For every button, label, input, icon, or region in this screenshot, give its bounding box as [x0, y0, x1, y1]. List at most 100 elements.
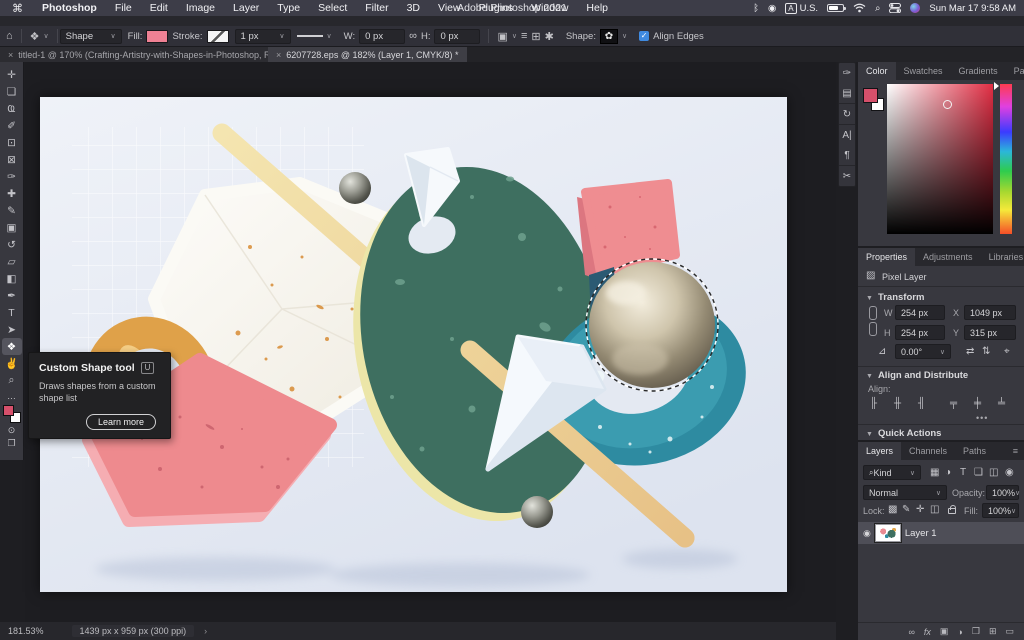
history-icon[interactable]: ↻	[839, 104, 855, 124]
blend-mode-select[interactable]: Normal∨	[863, 485, 947, 500]
tab-adjustments[interactable]: Adjustments	[915, 248, 981, 266]
menu-layer[interactable]: Layer	[233, 2, 259, 14]
layer-thumbnail[interactable]	[875, 524, 901, 542]
brush-tool[interactable]: ✎	[2, 202, 22, 219]
foreground-color-swatch[interactable]	[3, 405, 14, 416]
screen-mode-button[interactable]: ❐	[7, 438, 15, 449]
stroke-style-select[interactable]: ∨	[297, 32, 332, 40]
shape-width-input[interactable]: 0 px	[359, 29, 405, 44]
width-input[interactable]: 254 px	[895, 305, 945, 320]
fill-swatch[interactable]	[146, 30, 168, 43]
edit-toolbar-ellipsis[interactable]: …	[7, 391, 16, 401]
align-center-h-icon[interactable]: ╫	[894, 398, 901, 409]
lock-artboard-icon[interactable]: ◫	[930, 504, 939, 515]
lock-paint-icon[interactable]: ✎	[902, 504, 910, 515]
character-panel-icon[interactable]: A|	[839, 125, 855, 145]
libraries-icon[interactable]: ▤	[839, 83, 855, 103]
move-tool[interactable]: ✛	[2, 66, 22, 83]
link-layers-icon[interactable]: ∞	[908, 627, 914, 637]
zoom-tool[interactable]: ⌕	[2, 372, 22, 389]
x-input[interactable]: 1049 px	[964, 305, 1016, 320]
path-alignment-icon[interactable]: ≡	[521, 30, 527, 42]
tab-swatches[interactable]: Swatches	[896, 62, 951, 80]
document-tab-active[interactable]: × 6207728.eps @ 182% (Layer 1, CMYK/8) *	[268, 47, 467, 62]
filter-shape-layers-icon[interactable]: ❏	[974, 467, 983, 478]
history-brush-tool[interactable]: ↺	[2, 236, 22, 253]
align-edges-checkbox[interactable]: ✓	[639, 31, 649, 41]
menu-file[interactable]: File	[115, 2, 132, 14]
spotlight-search-icon[interactable]: ⌕	[875, 3, 880, 14]
fill-input[interactable]: 100%∨	[982, 503, 1019, 518]
layer-effects-icon[interactable]: fx	[924, 627, 931, 637]
menu-help[interactable]: Help	[586, 2, 608, 14]
filter-pixel-layers-icon[interactable]: ▦	[930, 467, 939, 478]
shape-settings-gear-icon[interactable]: ✱	[545, 30, 554, 43]
apple-menu-icon[interactable]: ⌘	[12, 2, 23, 15]
height-input[interactable]: 254 px	[895, 325, 945, 340]
layer-mask-icon[interactable]: ▣	[940, 626, 949, 637]
tab-gradients[interactable]: Gradients	[951, 62, 1006, 80]
menu-select[interactable]: Select	[318, 2, 347, 14]
close-tab-icon[interactable]: ×	[8, 50, 13, 60]
healing-brush-tool[interactable]: ✚	[2, 185, 22, 202]
status-chevron-icon[interactable]: ›	[204, 626, 207, 636]
tab-color[interactable]: Color	[858, 62, 896, 80]
layer-filter-select[interactable]: ⌕ Kind∨	[863, 465, 921, 480]
color-swatches[interactable]	[3, 405, 21, 423]
lock-all-icon[interactable]	[948, 508, 956, 514]
color-picker-ring[interactable]	[943, 100, 952, 109]
zoom-level-value[interactable]: 181.53%	[8, 626, 44, 636]
stroke-swatch[interactable]	[207, 30, 229, 43]
paragraph-panel-icon[interactable]: ¶	[839, 145, 855, 165]
marquee-tool[interactable]: ❏	[2, 83, 22, 100]
new-group-icon[interactable]: ❒	[972, 626, 980, 637]
hue-slider[interactable]	[1000, 84, 1012, 234]
siri-icon[interactable]	[910, 3, 920, 13]
learn-more-button[interactable]: Learn more	[86, 414, 156, 430]
align-left-icon[interactable]: ╟	[870, 398, 877, 409]
filter-type-layers-icon[interactable]: T	[960, 467, 966, 478]
shape-picker-thumbnail[interactable]: ✿	[600, 29, 618, 44]
menu-image[interactable]: Image	[186, 2, 215, 14]
pen-tool[interactable]: ✒	[2, 287, 22, 304]
reference-point-icon[interactable]: ⌖	[1004, 346, 1010, 357]
color-saturation-field[interactable]	[887, 84, 993, 234]
document-canvas[interactable]	[40, 97, 787, 592]
align-bottom-icon[interactable]: ╧	[998, 398, 1005, 409]
object-selection-tool[interactable]: ✐	[2, 117, 22, 134]
adjustment-layer-icon[interactable]: ◑	[957, 627, 962, 637]
foreground-color-well[interactable]	[863, 88, 878, 103]
filter-toggle-icon[interactable]: ◉	[1005, 467, 1014, 478]
path-arrangement-icon[interactable]: ⊞	[531, 30, 540, 43]
shape-height-input[interactable]: 0 px	[434, 29, 480, 44]
hand-tool[interactable]: ✌	[2, 355, 22, 372]
plugins-panel-icon[interactable]: ✂	[839, 166, 855, 186]
wifi-icon[interactable]	[853, 3, 866, 13]
tab-libraries[interactable]: Libraries	[981, 248, 1024, 266]
align-top-icon[interactable]: ╤	[950, 398, 957, 409]
new-layer-icon[interactable]: ⊞	[989, 626, 997, 637]
eraser-tool[interactable]: ▱	[2, 253, 22, 270]
delete-layer-icon[interactable]: ▭	[1005, 626, 1014, 637]
frame-tool[interactable]: ⊠	[2, 151, 22, 168]
control-center-icon[interactable]	[889, 3, 901, 13]
flip-vertical-icon[interactable]: ⇅	[982, 346, 990, 357]
tool-mode-select[interactable]: Shape ∨	[60, 29, 122, 44]
layer-name[interactable]: Layer 1	[905, 528, 937, 539]
eyedropper-tool[interactable]: ✑	[2, 168, 22, 185]
selected-metal-sphere[interactable]	[586, 259, 718, 391]
filter-smart-objects-icon[interactable]: ◫	[989, 467, 998, 478]
canvas-workspace[interactable]	[25, 62, 836, 622]
lasso-tool[interactable]: Ҩ	[2, 100, 22, 117]
menu-3d[interactable]: 3D	[407, 2, 420, 14]
rotation-input[interactable]: 0.00°∨	[895, 344, 951, 359]
menu-filter[interactable]: Filter	[365, 2, 388, 14]
y-input[interactable]: 315 px	[964, 325, 1016, 340]
tab-properties[interactable]: Properties	[858, 248, 915, 266]
clone-stamp-tool[interactable]: ▣	[2, 219, 22, 236]
panel-menu-icon[interactable]: ≡	[1013, 446, 1024, 456]
tab-layers[interactable]: Layers	[858, 442, 901, 460]
screen-record-icon[interactable]: ◉	[768, 3, 776, 14]
lock-transparency-icon[interactable]: ▩	[888, 504, 897, 515]
align-middle-v-icon[interactable]: ╪	[974, 398, 981, 409]
